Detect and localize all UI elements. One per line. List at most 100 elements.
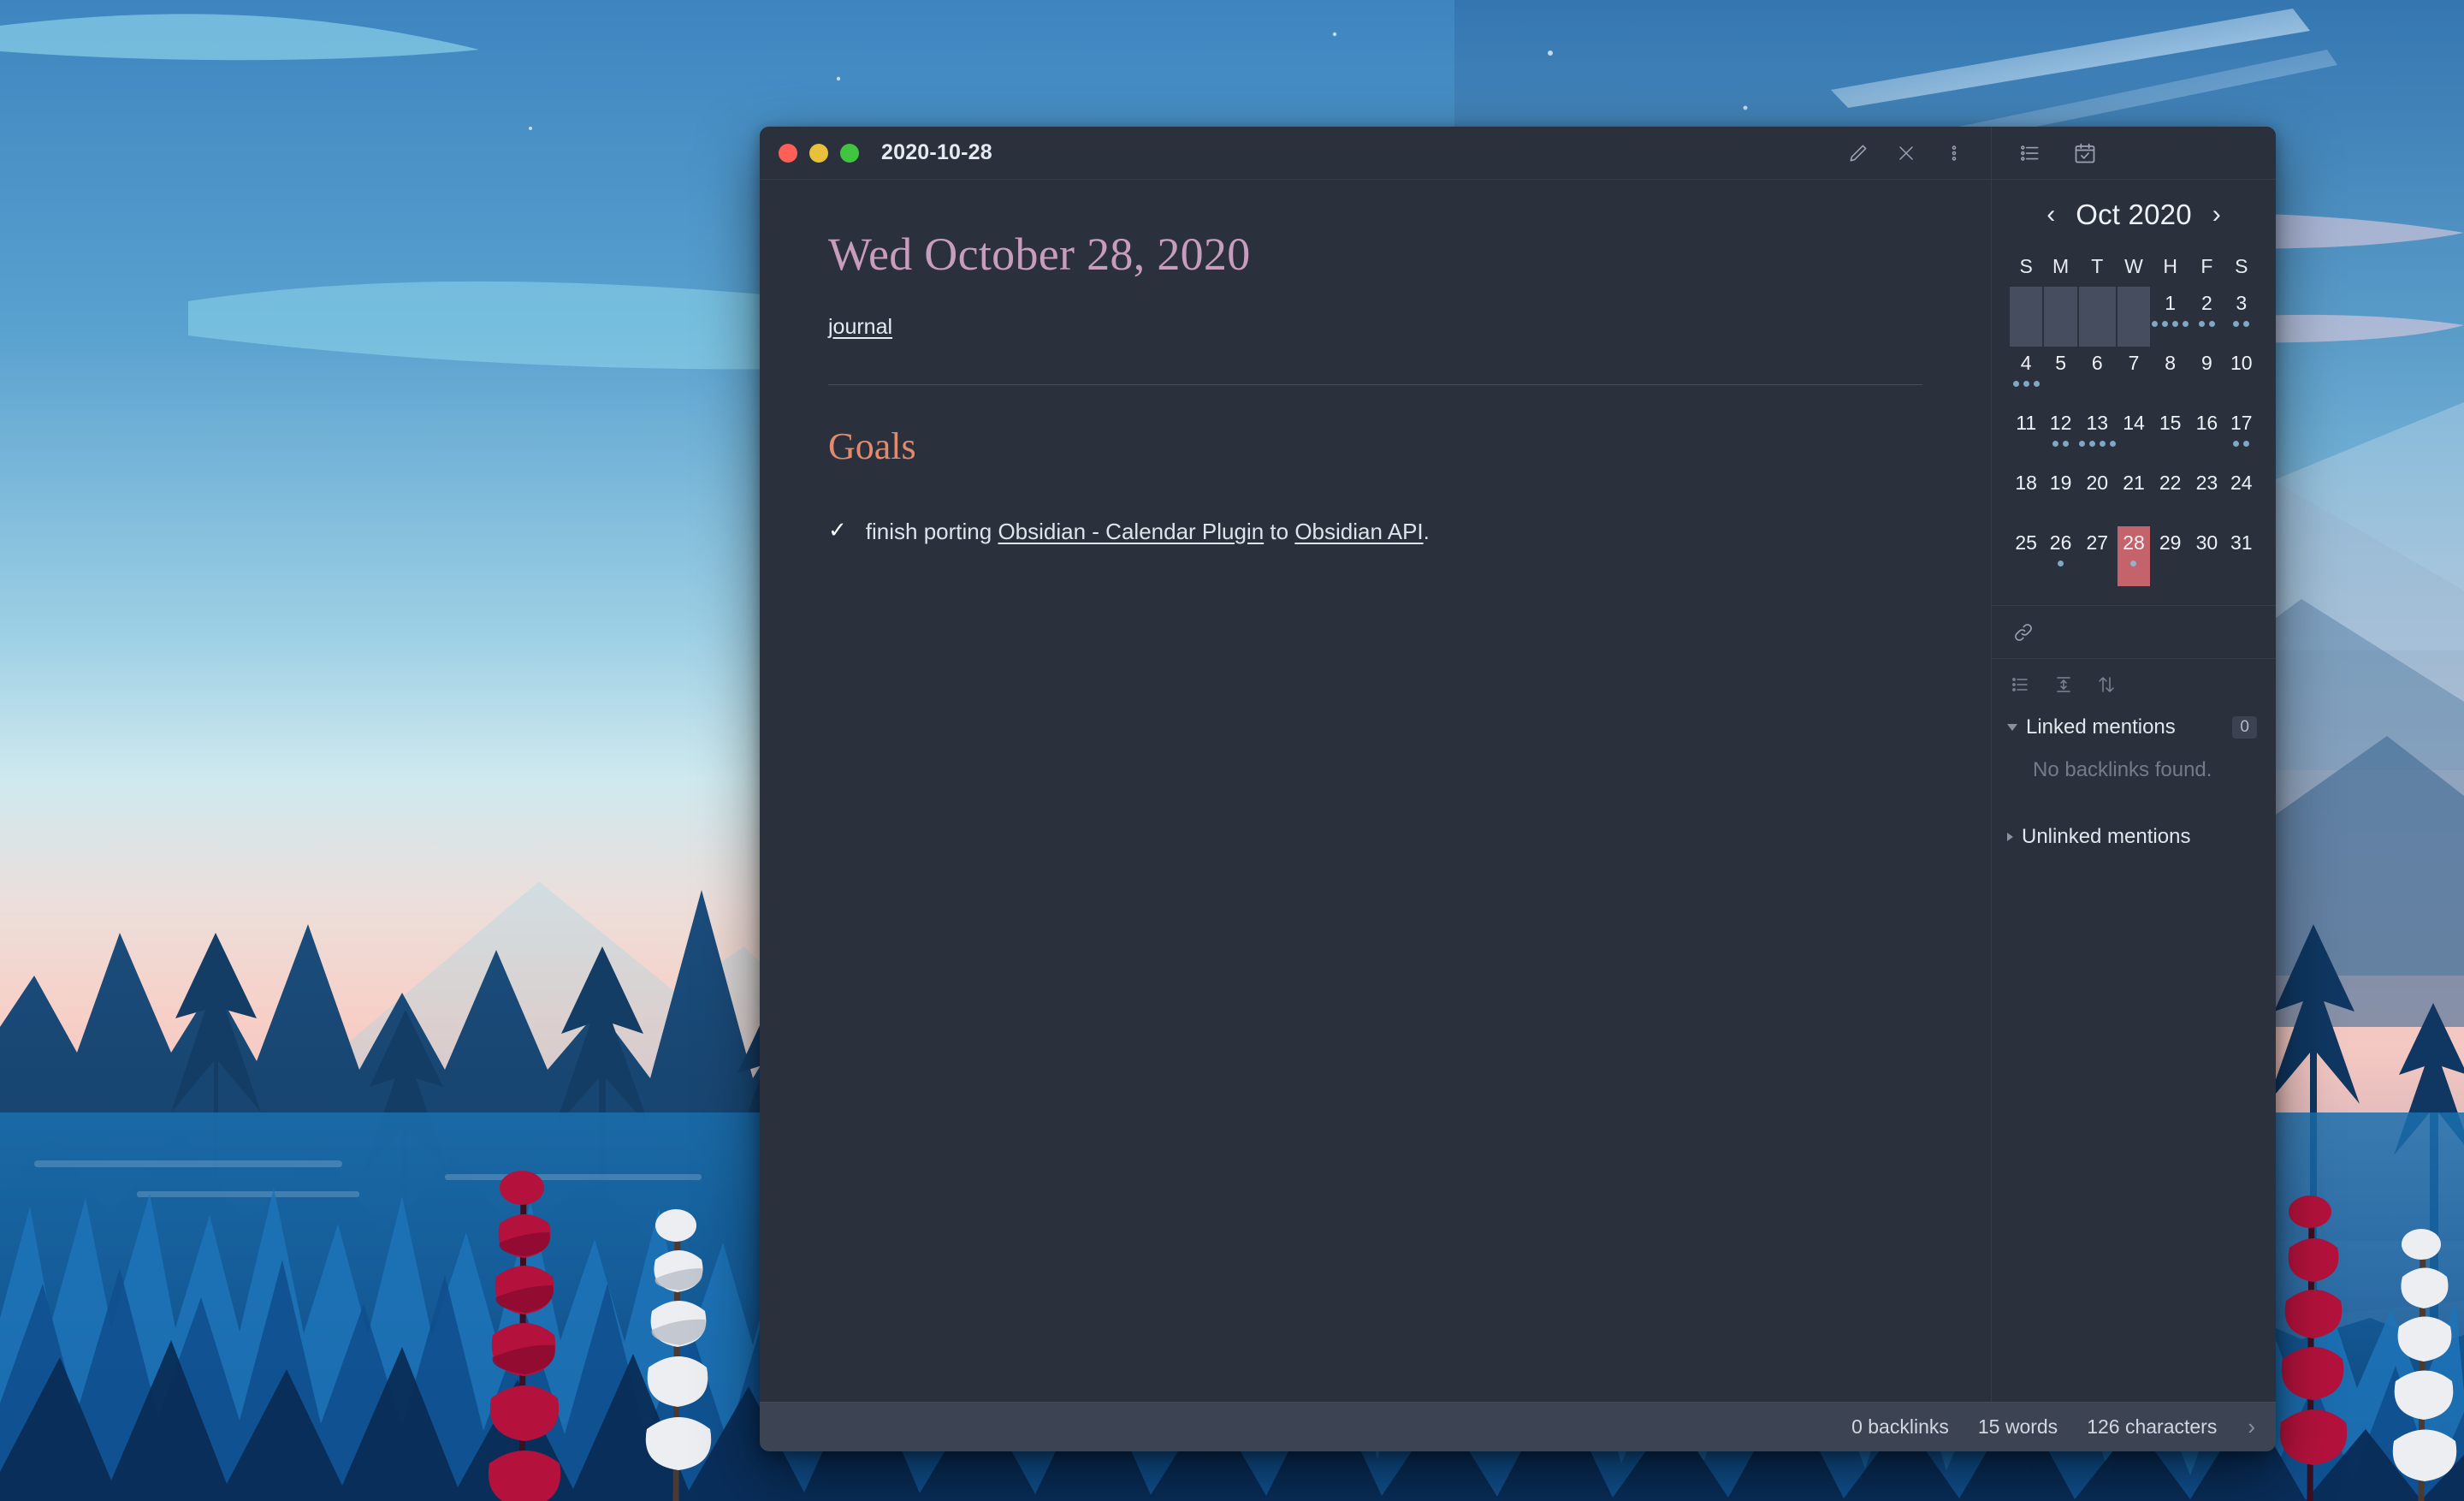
calendar-day[interactable]: 12 [2044,406,2076,466]
calendar-note-dot [2183,321,2189,327]
calendar-day[interactable]: 3 [2225,287,2258,347]
calendar-note-dot [2052,441,2059,447]
chevron-right-icon[interactable] [2007,833,2013,841]
calendar-day[interactable]: 30 [2190,526,2223,586]
calendar-note-dot [2012,381,2019,387]
calendar-day-number: 12 [2049,412,2072,434]
calendar-day[interactable]: 27 [2079,526,2116,586]
calendar-day-number: 4 [2020,352,2032,374]
window-titlebar: 2020-10-28 [760,127,2276,180]
calendar-day-number: 8 [2165,352,2177,374]
calendar-day[interactable]: 31 [2225,526,2258,586]
calendar-day-number: 10 [2230,352,2253,374]
minimize-window-button[interactable] [809,143,828,163]
note-divider [828,384,1922,385]
calendar-day[interactable]: 20 [2079,466,2116,526]
calendar-note-dot [2063,441,2070,447]
unlinked-mentions-row[interactable]: Unlinked mentions [2007,820,2257,854]
calendar-note-dot [2023,381,2029,387]
chevron-down-icon[interactable] [2007,724,2017,731]
calendar-day[interactable]: 1 [2152,287,2189,347]
status-character-count[interactable]: 126 characters [2087,1415,2217,1439]
page-title: Wed October 28, 2020 [828,228,1251,280]
calendar-month-label[interactable]: Oct 2020 [2076,199,2192,231]
maximize-window-button[interactable] [840,143,859,163]
calendar-day[interactable]: 22 [2152,466,2189,526]
calendar-day-header: M [2052,255,2070,277]
calendar-note-dot [2243,321,2250,327]
next-month-icon[interactable]: › [2207,200,2226,229]
calendar-day[interactable]: 14 [2118,406,2150,466]
window-body: Wed October 28, 2020 journal Goals ✓ fin… [760,180,2276,1402]
linked-mentions-count: 0 [2232,716,2257,739]
note-editor[interactable]: Wed October 28, 2020 journal Goals ✓ fin… [760,180,1992,1402]
calendar-day-number: 22 [2159,472,2182,494]
calendar-day[interactable]: 17 [2225,406,2258,466]
calendar-day-header: S [2235,255,2248,277]
calendar-day[interactable]: 13 [2078,406,2116,466]
previous-month-icon[interactable]: ‹ [2041,200,2060,229]
calendar-day[interactable]: 21 [2118,466,2150,526]
note-tag-line: journal [828,315,1922,340]
calendar-day[interactable]: 11 [2010,406,2042,466]
unlinked-mentions-label: Unlinked mentions [2022,825,2191,848]
outline-list-icon[interactable] [2017,140,2043,166]
calendar-day[interactable]: 6 [2079,347,2116,406]
task-item[interactable]: ✓ finish porting Obsidian - Calendar Plu… [828,516,1922,547]
calendar-day-header: F [2200,255,2213,277]
link-icon[interactable] [2011,620,2036,645]
calendar-day-number: 15 [2159,412,2182,434]
calendar-day[interactable]: 4 [2010,347,2042,406]
calendar-day[interactable]: 26 [2044,526,2076,586]
calendar-day-header: H [2163,255,2177,277]
calendar-day[interactable]: 24 [2225,466,2258,526]
status-expand-chevron-icon[interactable]: › [2246,1414,2255,1440]
right-sidebar: ‹ Oct 2020 › SMTWHFS00001234567891011121… [1992,180,2276,1402]
calendar-day-number: 28 [2123,531,2145,554]
calendar-day-number: 17 [2230,412,2253,434]
status-bar: 0 backlinks 15 words 126 characters › [760,1402,2276,1451]
collapse-results-icon[interactable] [2011,674,2031,695]
calendar-day-number: 3 [2236,292,2248,314]
calendar-note-dot [2198,321,2205,327]
calendar-day[interactable]: 2 [2190,287,2223,347]
calendar-day[interactable]: 16 [2190,406,2223,466]
calendar-day[interactable]: 25 [2010,526,2042,586]
status-word-count[interactable]: 15 words [1978,1415,2058,1439]
titlebar-right [1992,127,2276,179]
show-more-context-icon[interactable] [2053,674,2074,695]
desktop: 2020-10-28 Wed October 28, 2020 journal … [0,0,2464,1501]
calendar-day[interactable]: 29 [2152,526,2189,586]
calendar-day-dots [2012,381,2040,387]
calendar-day[interactable]: 15 [2152,406,2189,466]
status-backlinks-count[interactable]: 0 backlinks [1851,1415,1949,1439]
calendar-day-selected[interactable]: 28 [2117,526,2151,586]
calendar-note-dot [2088,441,2095,447]
calendar-day[interactable]: 7 [2118,347,2150,406]
linked-mentions-row[interactable]: Linked mentions 0 [2007,710,2257,745]
calendar-note-dot [2130,561,2137,567]
calendar-day[interactable]: 23 [2190,466,2223,526]
task-checkbox-checked-icon[interactable]: ✓ [828,516,847,544]
close-window-button[interactable] [779,143,797,163]
more-options-icon[interactable] [1941,140,1967,166]
tag-journal[interactable]: journal [828,315,892,339]
calendar-note-dot [2152,321,2159,327]
calendar-check-icon[interactable] [2072,140,2098,166]
calendar-day[interactable]: 5 [2044,347,2076,406]
calendar-day-number: 11 [2016,412,2037,434]
calendar-day[interactable]: 9 [2190,347,2223,406]
edit-pencil-icon[interactable] [1845,140,1871,166]
change-sort-order-icon[interactable] [2096,674,2117,695]
close-icon[interactable] [1893,140,1919,166]
internal-link-calendar-plugin[interactable]: Obsidian - Calendar Plugin [998,519,1264,544]
calendar-note-dot [2058,561,2064,567]
calendar-day-dots [2058,561,2064,567]
calendar-day[interactable]: 19 [2044,466,2076,526]
calendar-day[interactable]: 18 [2010,466,2042,526]
calendar-day[interactable]: 10 [2225,347,2258,406]
calendar-day[interactable]: 8 [2152,347,2189,406]
calendar-note-dot [2162,321,2169,327]
calendar-day-number: 20 [2086,472,2109,494]
internal-link-obsidian-api[interactable]: Obsidian API [1294,519,1423,544]
